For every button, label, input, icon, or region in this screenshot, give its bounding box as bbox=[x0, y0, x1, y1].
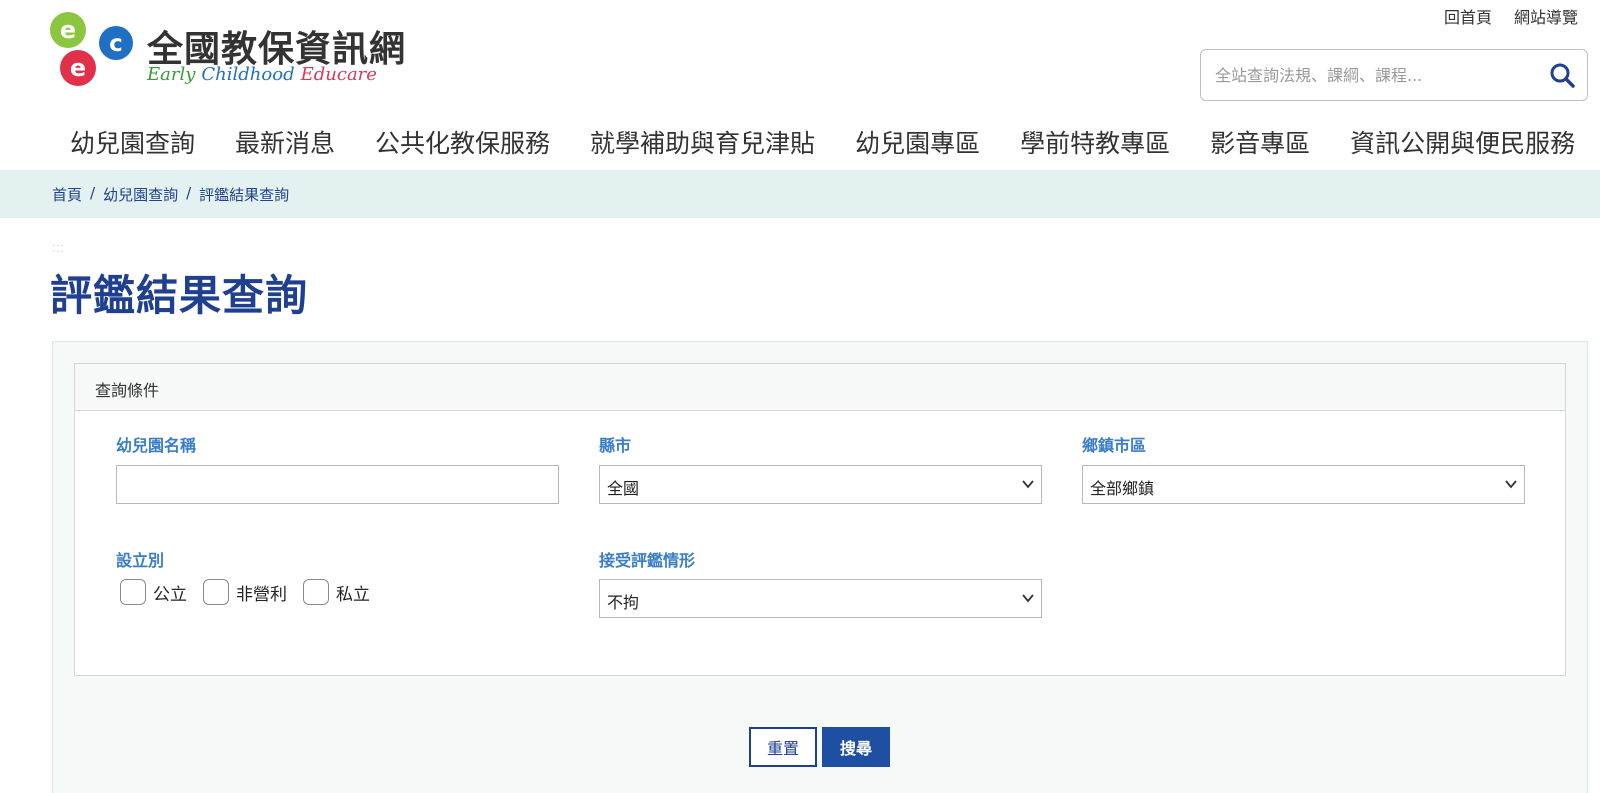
nonprofit-option[interactable]: 非營利 bbox=[203, 579, 287, 605]
establishment-checkboxes: 公立 非營利 私立 bbox=[120, 579, 386, 605]
nav-kindergarten-search[interactable]: 幼兒園查詢 bbox=[50, 118, 215, 166]
nav-kindergarten-zone[interactable]: 幼兒園專區 bbox=[835, 118, 1000, 166]
establishment-label: 設立別 bbox=[116, 551, 165, 570]
breadcrumb-separator: / bbox=[90, 184, 96, 202]
chevron-down-icon bbox=[1022, 480, 1034, 489]
nav-subsidies[interactable]: 就學補助與育兒津貼 bbox=[570, 118, 835, 166]
main-nav: 幼兒園查詢 最新消息 公共化教保服務 就學補助與育兒津貼 幼兒園專區 學前特教專… bbox=[50, 118, 1600, 166]
site-logo[interactable]: e c e 全國教保資訊網 Early Childhood Educare bbox=[50, 10, 410, 92]
nav-video[interactable]: 影音專區 bbox=[1190, 118, 1330, 166]
top-links: 回首頁 網站導覽 bbox=[1444, 4, 1578, 28]
search-input[interactable] bbox=[1215, 50, 1535, 100]
reset-button[interactable]: 重置 bbox=[749, 727, 817, 767]
page-title: 評鑑結果查詢 bbox=[50, 271, 309, 320]
search-icon[interactable] bbox=[1549, 62, 1575, 88]
public-option[interactable]: 公立 bbox=[120, 579, 187, 605]
chevron-down-icon bbox=[1505, 480, 1517, 489]
nav-public-info[interactable]: 資訊公開與便民服務 bbox=[1330, 118, 1595, 166]
site-subtitle: Early Childhood Educare bbox=[147, 64, 377, 85]
county-label: 縣市 bbox=[599, 436, 632, 455]
evaluation-status-label: 接受評鑑情形 bbox=[599, 551, 696, 570]
breadcrumb: 首頁 / 幼兒園查詢 / 評鑑結果查詢 bbox=[52, 184, 289, 205]
subtitle-word: Educare bbox=[300, 64, 377, 85]
site-header: e c e 全國教保資訊網 Early Childhood Educare 回首頁 … bbox=[0, 0, 1600, 170]
evaluation-status-value: 不拘 bbox=[607, 593, 640, 612]
subtitle-word: Childhood bbox=[201, 64, 295, 85]
township-select-value: 全部鄉鎮 bbox=[1090, 479, 1155, 498]
nav-public-service[interactable]: 公共化教保服務 bbox=[355, 118, 570, 166]
subtitle-word: Early bbox=[147, 64, 196, 85]
query-panel: 查詢條件 幼兒園名稱 縣市 全國 鄉鎮市區 全部鄉鎮 設立別 公立 非營利 私立… bbox=[52, 341, 1588, 793]
breadcrumb-bar: 首頁 / 幼兒園查詢 / 評鑑結果查詢 bbox=[0, 170, 1600, 218]
search-button[interactable]: 搜尋 bbox=[822, 727, 890, 767]
breadcrumb-home[interactable]: 首頁 bbox=[52, 184, 82, 205]
chevron-down-icon bbox=[1022, 594, 1034, 603]
criteria-box: 查詢條件 幼兒園名稱 縣市 全國 鄉鎮市區 全部鄉鎮 設立別 公立 非營利 私立… bbox=[74, 363, 1566, 676]
public-checkbox[interactable] bbox=[120, 579, 146, 605]
drag-handle-icon: ··· ··· bbox=[52, 241, 65, 258]
private-checkbox[interactable] bbox=[303, 579, 329, 605]
nav-latest-news[interactable]: 最新消息 bbox=[215, 118, 355, 166]
county-select[interactable]: 全國 bbox=[599, 465, 1042, 504]
svg-text:e: e bbox=[70, 54, 86, 82]
private-option[interactable]: 私立 bbox=[303, 579, 370, 605]
sitemap-link[interactable]: 網站導覽 bbox=[1514, 4, 1578, 28]
criteria-header: 查詢條件 bbox=[75, 364, 1565, 411]
evaluation-status-select[interactable]: 不拘 bbox=[599, 579, 1042, 618]
nav-special-education[interactable]: 學前特教專區 bbox=[1000, 118, 1190, 166]
ece-logo-icon: e c e bbox=[50, 12, 133, 86]
public-label: 公立 bbox=[153, 584, 187, 605]
svg-text:e: e bbox=[60, 16, 76, 44]
home-link[interactable]: 回首頁 bbox=[1444, 4, 1492, 28]
township-label: 鄉鎮市區 bbox=[1082, 436, 1147, 455]
county-select-value: 全國 bbox=[607, 479, 640, 498]
kindergarten-name-input[interactable] bbox=[116, 465, 559, 504]
private-label: 私立 bbox=[336, 584, 370, 605]
nonprofit-checkbox[interactable] bbox=[203, 579, 229, 605]
nonprofit-label: 非營利 bbox=[236, 584, 287, 605]
breadcrumb-separator: / bbox=[186, 184, 192, 202]
breadcrumb-current[interactable]: 評鑑結果查詢 bbox=[199, 184, 289, 205]
breadcrumb-kindergarten-search[interactable]: 幼兒園查詢 bbox=[103, 184, 178, 205]
svg-text:c: c bbox=[109, 31, 123, 57]
kindergarten-name-label: 幼兒園名稱 bbox=[116, 436, 197, 455]
site-search bbox=[1200, 49, 1588, 101]
township-select[interactable]: 全部鄉鎮 bbox=[1082, 465, 1525, 504]
